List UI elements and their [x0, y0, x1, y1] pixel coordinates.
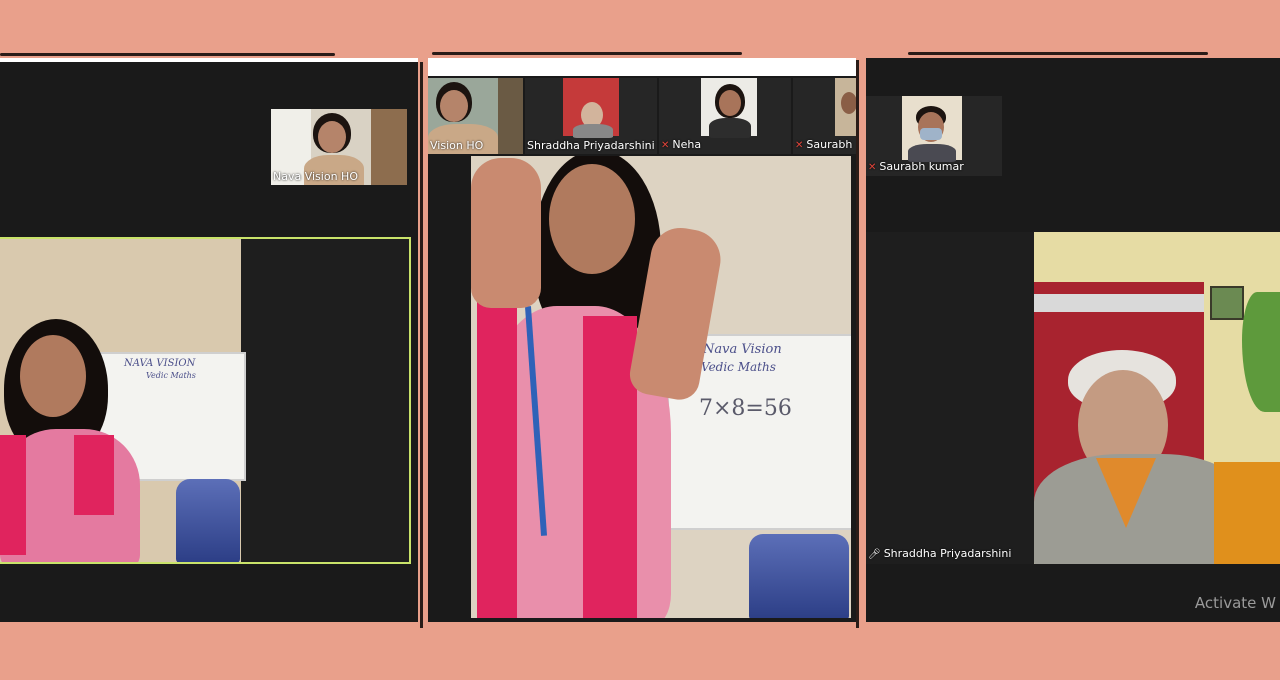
participant-thumbnail-vision-ho[interactable]: Vision HO [428, 78, 523, 154]
whiteboard-line-1: Nava Vision [703, 342, 782, 357]
active-speaker-video[interactable]: NAVA VISION Vedic Maths [0, 237, 411, 564]
participant-name-label: ✕ Saurabh [795, 138, 853, 151]
whiteboard-equation: 7×8=56 [699, 396, 792, 421]
participant-thumbnail-nava-vision-ho[interactable]: Nava Vision HO [271, 109, 407, 185]
participant-thumbnail-neha[interactable]: ✕ Neha [659, 78, 791, 154]
orange-sleeve [1214, 462, 1280, 564]
decor-stroke-top-right [908, 52, 1208, 55]
divider-line-middle [856, 60, 859, 628]
person-head [549, 164, 635, 274]
right-screenshot-panel: ✕ Saurabh kumar 🎤︎ Shraddha Priyadarshini … [866, 58, 1280, 622]
video-frame [563, 78, 619, 138]
participant-name-label: ✕ Neha [661, 138, 702, 151]
speaker-video-frame [1034, 232, 1280, 564]
participant-thumbnail-shraddha[interactable]: Shraddha Priyadarshini [525, 78, 657, 154]
person-head [440, 90, 468, 122]
person-head [841, 92, 856, 114]
middle-screenshot-panel: Vision HO Shraddha Priyadarshini ✕ Neha ✕… [428, 58, 856, 622]
whiteboard-line-1: NAVA VISION [124, 358, 196, 369]
wall-picture [1210, 286, 1244, 320]
speaker-video-shraddha[interactable]: 🎤︎ Shraddha Priyadarshini [866, 232, 1280, 564]
speaker-main-video[interactable]: Nava Vision Vedic Maths 7×8=56 [471, 156, 851, 618]
plant-leaves [1242, 292, 1280, 412]
left-screenshot-panel: Nava Vision HO NAVA VISION Vedic Maths [0, 58, 418, 622]
thumbnail-doorway [371, 109, 407, 185]
participant-name-label: Nava Vision HO [273, 170, 358, 183]
microphone-off-icon: ✕ [868, 162, 877, 173]
microphone-off-icon: ✕ [795, 140, 804, 151]
participant-thumbnail-saurabh-kumar[interactable]: ✕ Saurabh kumar [866, 96, 1002, 176]
person-torso [709, 118, 751, 138]
person-head [318, 121, 346, 153]
video-frame [835, 78, 856, 136]
speaker-video-frame: NAVA VISION Vedic Maths [0, 239, 246, 562]
dupatta-scarf [0, 435, 26, 555]
person-torso [573, 124, 613, 138]
person-head [719, 90, 741, 116]
left-panel-top-edge [0, 58, 418, 62]
decor-stroke-top-middle [432, 52, 742, 55]
raised-hand-left [471, 158, 541, 308]
whiteboard-line-2: Vedic Maths [701, 360, 776, 374]
windows-activation-watermark: Activate W [1194, 594, 1276, 612]
thumbnail-doorway [498, 78, 523, 154]
dupatta-scarf [583, 316, 637, 618]
microphone-off-icon: ✕ [661, 140, 670, 151]
divider-line-left [420, 62, 423, 628]
video-frame [902, 96, 962, 162]
participant-name-label: 🎤︎ Shraddha Priyadarshini [868, 547, 1012, 560]
face-mask [920, 128, 942, 140]
chair [176, 479, 240, 562]
video-frame [701, 78, 757, 138]
dupatta-scarf [74, 435, 114, 515]
participant-name-label: Shraddha Priyadarshini [527, 139, 655, 152]
participant-name-label: Vision HO [430, 139, 484, 152]
microphone-icon: 🎤︎ [868, 549, 881, 560]
decor-stroke-top-left [0, 53, 335, 56]
dupatta-scarf [477, 296, 517, 618]
person-head [20, 335, 86, 417]
whiteboard-line-2: Vedic Maths [146, 371, 196, 380]
participant-name-label: ✕ Saurabh kumar [868, 160, 964, 173]
middle-panel-top-edge [428, 58, 856, 76]
chair [749, 534, 849, 618]
participant-thumbnail-saurabh[interactable]: ✕ Saurabh [793, 78, 856, 154]
curtain-valance [1034, 294, 1204, 312]
